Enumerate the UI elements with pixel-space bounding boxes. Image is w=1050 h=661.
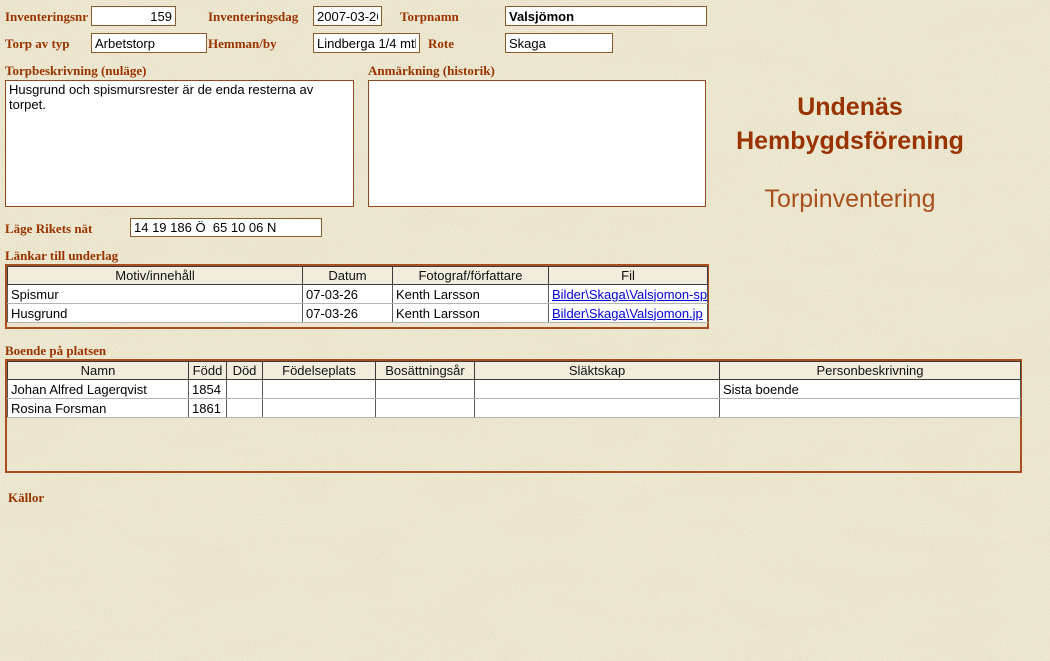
inventeringsnr-input[interactable] [91,6,176,26]
resident-fodelseplats-cell [262,379,376,399]
links-table: Motiv/innehåll Datum Fotograf/författare… [7,266,708,323]
link-fil-cell: Bilder\Skaga\Valsjomon.jp [548,303,708,323]
link-fotograf-cell: Kenth Larsson [392,284,549,304]
residents-header-fodelseplats: Födelseplats [262,361,376,380]
resident-dod-cell [226,379,263,399]
residents-header-slaktskap: Släktskap [474,361,720,380]
torp-av-typ-input[interactable] [91,33,207,53]
torp-av-typ-label: Torp av typ [5,36,70,51]
hemman-by-label: Hemman/by [208,36,277,51]
page-subtitle: Torpinventering [764,185,936,213]
link-motiv-cell: Spismur [7,284,303,304]
inventeringsdag-label: Inventeringsdag [208,9,299,24]
residents-table-container: Namn Född Död Födelseplats Bosättningsår… [5,359,1022,473]
hemman-by-input[interactable] [313,33,420,53]
links-section-label: Länkar till underlag [5,248,119,263]
torpnamn-label: Torpnamn [400,9,459,24]
links-header-motiv: Motiv/innehåll [7,266,303,285]
residents-table: Namn Född Död Födelseplats Bosättningsår… [7,361,1021,418]
resident-namn-cell: Johan Alfred Lagerqvist [7,379,189,399]
residents-table-row: Johan Alfred Lagerqvist 1854 Sista boend… [7,379,1021,399]
file-link[interactable]: Bilder\Skaga\Valsjomon-sp [552,287,707,302]
links-header-row: Motiv/innehåll Datum Fotograf/författare… [7,266,708,285]
link-fotograf-cell: Kenth Larsson [392,303,549,323]
resident-personbeskrivning-cell: Sista boende [719,379,1021,399]
torpinventering-form-page: Inventeringsnr Inventeringsdag Torpnamn … [0,0,1050,661]
resident-bosattningsar-cell [375,379,475,399]
lage-rikets-nat-label: Läge Rikets nät [5,221,93,236]
links-header-fotograf: Fotograf/författare [392,266,549,285]
resident-fodelseplats-cell [262,398,376,418]
lage-rikets-nat-input[interactable] [130,218,322,237]
torpnamn-input[interactable] [505,6,707,26]
resident-namn-cell: Rosina Forsman [7,398,189,418]
file-link[interactable]: Bilder\Skaga\Valsjomon.jp [552,306,703,321]
links-header-fil: Fil [548,266,708,285]
link-fil-cell: Bilder\Skaga\Valsjomon-sp [548,284,708,304]
resident-slaktskap-cell [474,379,720,399]
residents-header-namn: Namn [7,361,189,380]
link-motiv-cell: Husgrund [7,303,303,323]
rote-input[interactable] [505,33,613,53]
resident-fodd-cell: 1861 [188,398,227,418]
anmarkning-textarea[interactable] [368,80,706,207]
resident-personbeskrivning-cell [719,398,1021,418]
link-datum-cell: 07-03-26 [302,303,393,323]
rote-label: Rote [428,36,454,51]
links-table-container: Motiv/innehåll Datum Fotograf/författare… [5,264,709,329]
resident-dod-cell [226,398,263,418]
link-datum-cell: 07-03-26 [302,284,393,304]
resident-bosattningsar-cell [375,398,475,418]
anmarkning-label: Anmärkning (historik) [368,63,495,78]
org-title: Undenäs Hembygdsförening [736,93,964,155]
torpbeskrivning-textarea[interactable]: Husgrund och spismursrester är de enda r… [5,80,354,207]
links-table-row: Husgrund 07-03-26 Kenth Larsson Bilder\S… [7,303,708,323]
inventeringsdag-input[interactable] [313,6,382,26]
residents-header-row: Namn Född Död Födelseplats Bosättningsår… [7,361,1021,380]
residents-header-personbeskrivning: Personbeskrivning [719,361,1021,380]
residents-header-bosattningsar: Bosättningsår [375,361,475,380]
links-table-row: Spismur 07-03-26 Kenth Larsson Bilder\Sk… [7,284,708,304]
resident-fodd-cell: 1854 [188,379,227,399]
inventeringsnr-label: Inventeringsnr [5,9,89,24]
residents-table-row: Rosina Forsman 1861 [7,398,1021,418]
residents-header-fodd: Född [188,361,227,380]
residents-section-label: Boende på platsen [5,343,107,358]
links-header-datum: Datum [302,266,393,285]
sources-section-label: Källor [8,490,45,505]
resident-slaktskap-cell [474,398,720,418]
torpbeskrivning-label: Torpbeskrivning (nuläge) [5,63,147,78]
residents-header-dod: Död [226,361,263,380]
